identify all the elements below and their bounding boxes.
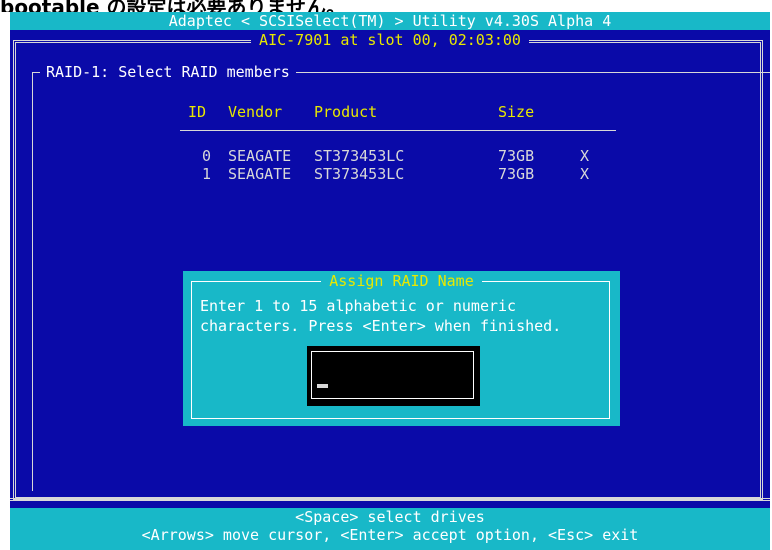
row-size: 73GB xyxy=(498,165,535,183)
column-header-size: Size xyxy=(498,103,535,121)
title-bar: Adaptec < SCSISelect(TM) > Utility v4.30… xyxy=(10,12,770,30)
row-vendor: SEAGATE xyxy=(228,165,292,183)
dialog-title: Assign RAID Name xyxy=(183,271,620,291)
adapter-title-text: AIC-7901 at slot 00, 02:03:00 xyxy=(251,31,529,49)
dialog-instruction-line-1: Enter 1 to 15 alphabetic or numeric xyxy=(200,297,517,315)
text-cursor xyxy=(317,384,328,388)
row-product: ST373453LC xyxy=(314,147,405,165)
row-selected-mark: X xyxy=(580,147,590,165)
row-id: 1 xyxy=(202,165,212,183)
bottom-frame-line xyxy=(10,498,770,501)
adapter-title: AIC-7901 at slot 00, 02:03:00 xyxy=(10,30,770,50)
assign-raid-name-dialog: Assign RAID Name Enter 1 to 15 alphabeti… xyxy=(183,271,620,426)
row-vendor: SEAGATE xyxy=(228,147,292,165)
column-header-product: Product xyxy=(314,103,378,121)
row-size: 73GB xyxy=(498,147,535,165)
row-product: ST373453LC xyxy=(314,165,405,183)
raid-name-input[interactable] xyxy=(307,346,480,406)
top-caption-strip: bootable の設定は必要ありません。 xyxy=(0,0,772,12)
row-selected-mark: X xyxy=(580,165,590,183)
dialog-instruction-line-2: characters. Press <Enter> when finished. xyxy=(200,317,562,335)
top-caption-text: bootable の設定は必要ありません。 xyxy=(0,0,346,12)
status-bar: <Space> select drives <Arrows> move curs… xyxy=(10,508,770,550)
column-header-id: ID xyxy=(188,103,207,121)
header-divider xyxy=(180,130,616,131)
bios-screen: Adaptec < SCSISelect(TM) > Utility v4.30… xyxy=(10,12,770,550)
raid-name-input-border xyxy=(311,351,474,399)
status-hint-line-1: <Space> select drives xyxy=(295,508,485,526)
dialog-title-text: Assign RAID Name xyxy=(321,272,482,290)
column-header-vendor: Vendor xyxy=(228,103,283,121)
section-title: RAID-1: Select RAID members xyxy=(40,62,296,82)
row-id: 0 xyxy=(202,147,212,165)
status-hint-line-2: <Arrows> move cursor, <Enter> accept opt… xyxy=(141,526,639,544)
